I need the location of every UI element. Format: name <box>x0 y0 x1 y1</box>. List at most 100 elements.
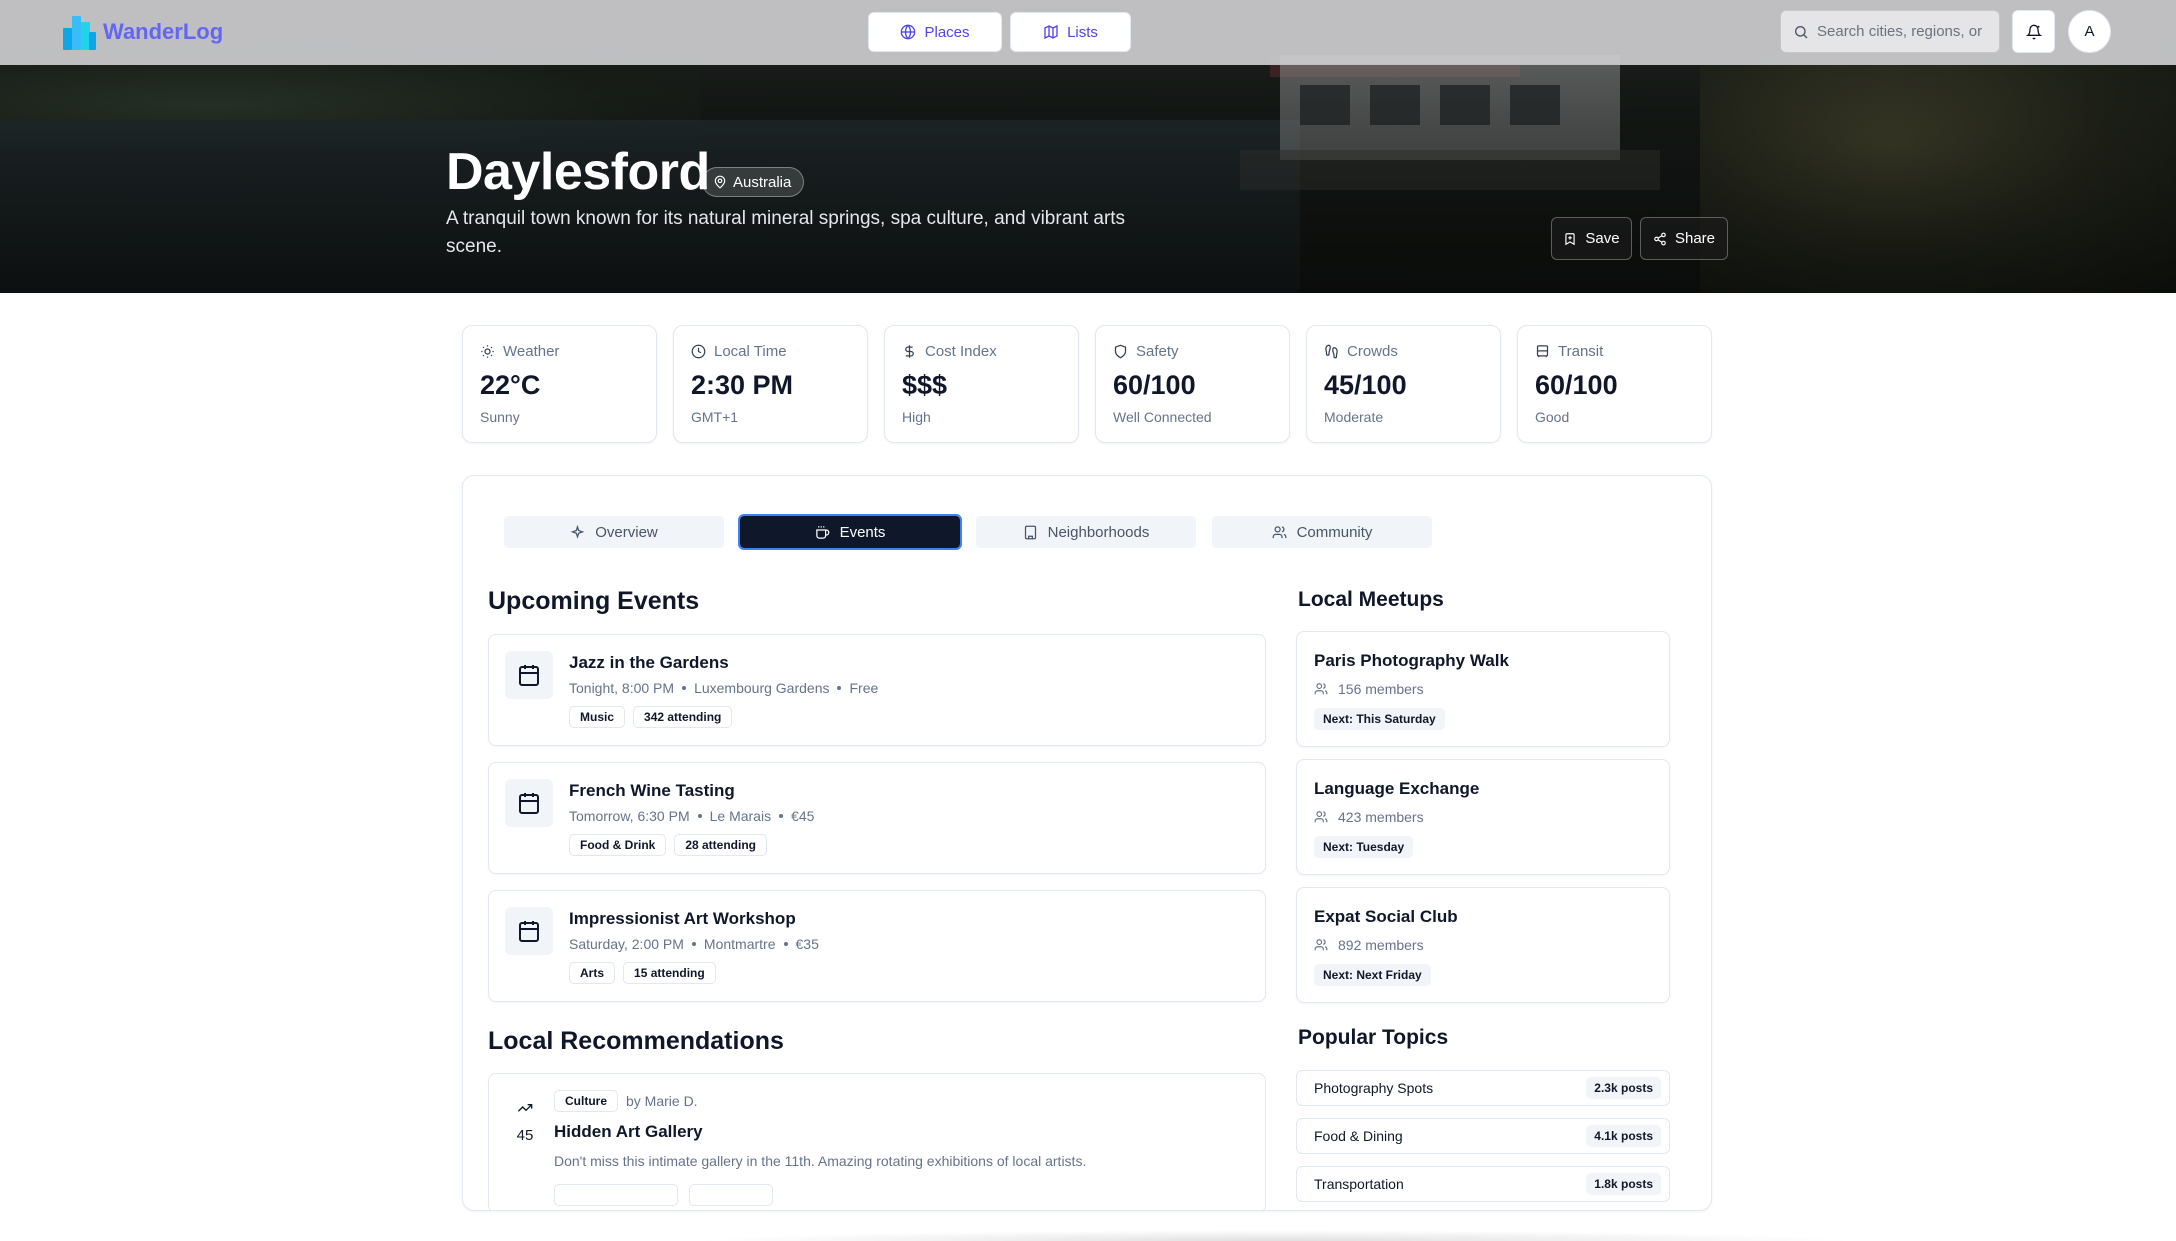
bell-icon <box>2025 24 2042 39</box>
building-icon <box>1024 525 1036 539</box>
meetup-next-badge: Next: Tuesday <box>1314 836 1414 858</box>
share-button[interactable]: Share <box>1640 217 1728 260</box>
meetup-member-count: 892 members <box>1338 937 1424 953</box>
search-box[interactable] <box>1780 10 2000 53</box>
topic-item[interactable]: Transportation 1.8k posts <box>1296 1166 1670 1202</box>
meetup-next-badge: Next: This Saturday <box>1314 708 1445 730</box>
notifications-button[interactable] <box>2012 10 2055 53</box>
tab-events[interactable]: Events <box>738 514 962 550</box>
meetup-card[interactable]: Paris Photography Walk 156 members Next:… <box>1296 631 1670 747</box>
city-logo-icon <box>61 14 97 50</box>
app-logo[interactable]: WanderLog <box>61 14 223 50</box>
tab-label: Events <box>839 523 886 541</box>
save-button[interactable]: Save <box>1551 217 1632 260</box>
topic-name: Food & Dining <box>1314 1128 1403 1144</box>
map-pin-icon <box>714 175 726 189</box>
recommendation-author: by Marie D. <box>626 1093 698 1109</box>
recommendation-votes: 45 <box>516 1127 534 1144</box>
event-meta: Tomorrow, 6:30 PM Le Marais €45 <box>569 808 814 824</box>
globe-icon <box>901 24 916 40</box>
event-attending-badge: 28 attending <box>674 834 768 856</box>
stat-card-local-time: Local Time 2:30 PM GMT+1 <box>673 325 868 443</box>
nav-places-label: Places <box>924 23 970 41</box>
event-price: Free <box>849 680 879 696</box>
popular-topics-title: Popular Topics <box>1298 1026 1449 1049</box>
stat-label: Safety <box>1136 343 1179 360</box>
event-category-badge: Music <box>569 706 626 728</box>
event-tags: Music 342 attending <box>569 706 733 728</box>
event-attending-badge: 15 attending <box>623 962 716 984</box>
meetup-title: Paris Photography Walk <box>1314 651 1509 670</box>
stat-value: 60/100 <box>1535 370 1618 400</box>
dollar-icon <box>905 345 914 358</box>
event-tags: Arts 15 attending <box>569 962 716 984</box>
users-icon <box>1272 525 1286 538</box>
app-name: WanderLog <box>103 19 224 44</box>
tab-label: Community <box>1296 523 1373 541</box>
stat-value: 60/100 <box>1113 370 1196 400</box>
stat-sub: Sunny <box>480 409 520 425</box>
top-nav: WanderLog Places Lists A <box>0 0 2176 65</box>
event-time: Tonight, 8:00 PM <box>569 680 675 696</box>
stat-sub: Good <box>1535 409 1570 425</box>
event-title: French Wine Tasting <box>569 781 735 800</box>
tab-list: Overview Events Neighborhoods Community <box>504 514 1432 550</box>
topic-post-count: 2.3k posts <box>1586 1077 1661 1099</box>
event-card[interactable]: French Wine Tasting Tomorrow, 6:30 PM Le… <box>488 762 1266 874</box>
stats-row: Weather 22°C Sunny Local Time 2:30 PM GM… <box>462 325 1712 443</box>
local-meetups-title: Local Meetups <box>1298 588 1444 611</box>
event-card[interactable]: Impressionist Art Workshop Saturday, 2:0… <box>488 890 1266 1002</box>
topic-post-count: 4.1k posts <box>1586 1125 1661 1147</box>
stat-value: $$$ <box>902 370 948 400</box>
stat-value: 45/100 <box>1324 370 1407 400</box>
meetup-members: 156 members <box>1314 681 1424 697</box>
bookmark-icon <box>1565 232 1576 245</box>
calendar-icon <box>505 779 553 827</box>
stat-label: Weather <box>503 343 560 360</box>
event-place: Le Marais <box>709 808 772 824</box>
sun-icon <box>481 345 494 358</box>
topic-item[interactable]: Food & Dining 4.1k posts <box>1296 1118 1670 1154</box>
recommendation-title: Hidden Art Gallery <box>554 1122 703 1141</box>
event-card[interactable]: Jazz in the Gardens Tonight, 8:00 PM Lux… <box>488 634 1266 746</box>
event-title: Impressionist Art Workshop <box>569 909 796 928</box>
tab-neighborhoods[interactable]: Neighborhoods <box>976 516 1196 548</box>
nav-lists-button[interactable]: Lists <box>1010 12 1131 52</box>
search-input[interactable] <box>1817 23 1997 40</box>
city-description: A tranquil town known for its natural mi… <box>446 208 1126 257</box>
local-recommendations-title: Local Recommendations <box>488 1027 784 1055</box>
stat-label: Transit <box>1558 343 1604 360</box>
nav-tabs: Places Lists <box>868 12 1131 52</box>
recommendation-tag-chip <box>554 1184 678 1206</box>
users-icon <box>1314 683 1328 695</box>
meetup-card[interactable]: Language Exchange 423 members Next: Tues… <box>1296 759 1670 875</box>
meetup-card[interactable]: Expat Social Club 892 members Next: Next… <box>1296 887 1670 1003</box>
save-label: Save <box>1585 230 1620 247</box>
country-label: Australia <box>733 173 792 191</box>
stat-card-safety: Safety 60/100 Well Connected <box>1095 325 1290 443</box>
event-price: €35 <box>795 936 819 952</box>
calendar-icon <box>505 907 553 955</box>
nav-places-button[interactable]: Places <box>868 12 1002 52</box>
event-tags: Food & Drink 28 attending <box>569 834 768 856</box>
users-icon <box>1314 811 1328 823</box>
trending-up-icon[interactable] <box>511 1094 539 1122</box>
topic-item[interactable]: Photography Spots 2.3k posts <box>1296 1070 1670 1106</box>
recommendation-card[interactable]: 45 Culture by Marie D. Hidden Art Galler… <box>488 1073 1266 1210</box>
event-meta: Saturday, 2:00 PM Montmartre €35 <box>569 936 819 952</box>
bottom-shadow <box>690 1230 1860 1241</box>
search-icon <box>1795 25 1808 38</box>
event-attending-badge: 342 attending <box>633 706 733 728</box>
topic-post-count: 1.8k posts <box>1586 1173 1661 1195</box>
tab-community[interactable]: Community <box>1212 516 1432 548</box>
stat-card-cost-index: Cost Index $$$ High <box>884 325 1079 443</box>
users-icon <box>1314 939 1328 951</box>
meetup-title: Language Exchange <box>1314 779 1480 798</box>
meetup-title: Expat Social Club <box>1314 907 1458 926</box>
user-avatar[interactable]: A <box>2068 10 2111 53</box>
tab-overview[interactable]: Overview <box>504 516 724 548</box>
calendar-icon <box>505 651 553 699</box>
event-category-badge: Food & Drink <box>569 834 667 856</box>
meetup-members: 423 members <box>1314 809 1424 825</box>
content-card: Overview Events Neighborhoods Community … <box>462 475 1712 1211</box>
